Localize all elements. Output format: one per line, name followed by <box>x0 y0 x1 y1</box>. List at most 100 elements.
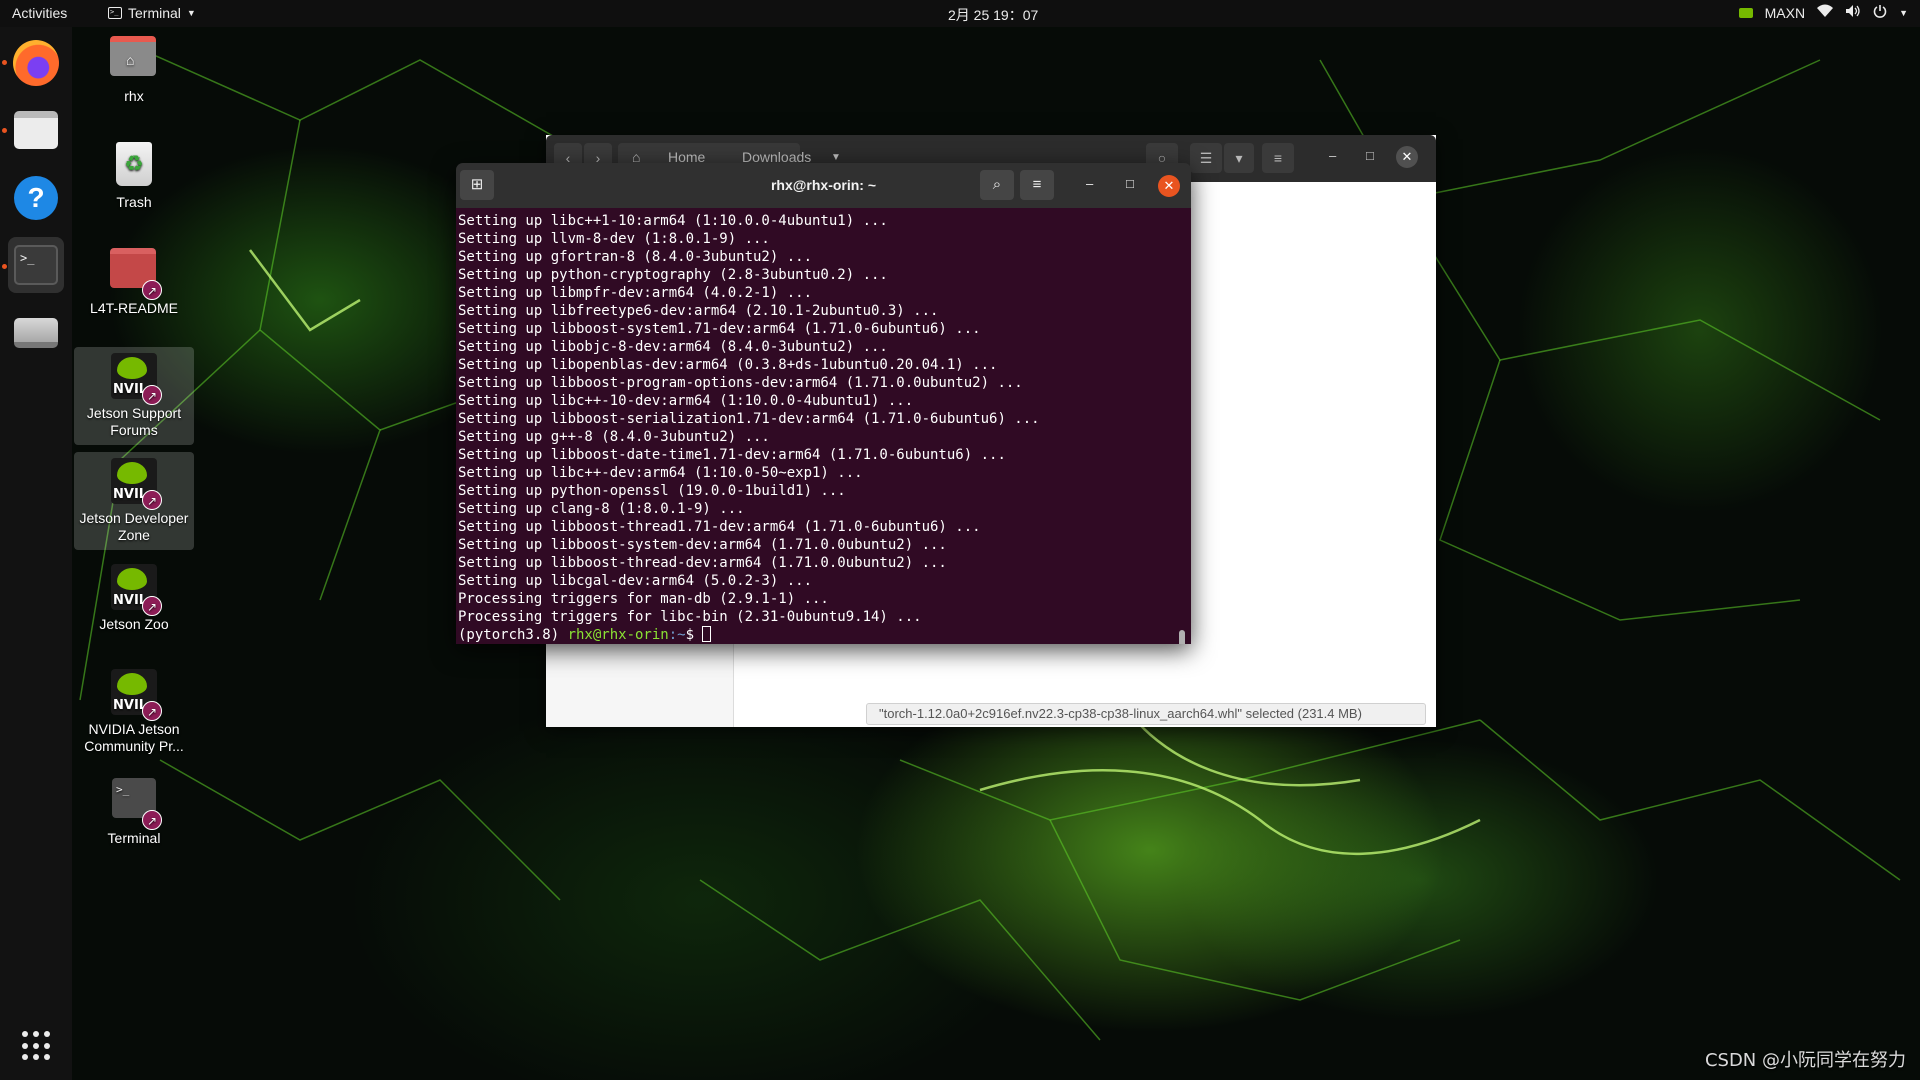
terminal-window[interactable]: ⊞ rhx@rhx-orin: ~ ⌕ ≡ – □ ✕ Setting up l… <box>456 163 1191 644</box>
home-glyph-icon: ⌂ <box>126 52 135 68</box>
terminal-line: Setting up python-openssl (19.0.0-1build… <box>458 483 846 499</box>
desktop-icon-label: Trash <box>116 194 152 210</box>
maximize-icon[interactable]: □ <box>1366 148 1374 163</box>
prompt-user: rhx@rhx-orin <box>567 627 669 643</box>
nvidia-eye-icon <box>117 357 147 379</box>
desktop-icon-jetson-zoo[interactable]: NVIL ↗ Jetson Zoo <box>74 558 194 633</box>
recycle-icon: ♻ <box>116 142 152 186</box>
nvidia-link-icon: NVIL ↗ <box>110 564 162 616</box>
terminal-lines: Setting up libc++1-10:arm64 (1:10.0.0-4u… <box>458 212 1191 626</box>
terminal-line: Setting up gfortran-8 (8.4.0-3ubuntu2) .… <box>458 249 813 265</box>
desktop-icon-l4t-readme[interactable]: ↗ L4T-README <box>74 242 194 317</box>
link-arrow-icon: ↗ <box>142 810 162 830</box>
terminal-line: Setting up clang-8 (1:8.0.1-9) ... <box>458 501 745 517</box>
app-menu[interactable]: >_ Terminal ▼ <box>108 5 196 21</box>
dock: ? >_ <box>0 27 72 1080</box>
desktop-icon-label: Terminal <box>107 830 161 846</box>
chevron-down-icon: ▼ <box>186 8 196 18</box>
watermark: CSDN @小阮同学在努力 <box>1704 1050 1906 1071</box>
maximize-icon[interactable]: □ <box>1126 176 1134 191</box>
dock-item-firefox[interactable] <box>8 35 64 91</box>
terminal-line: Setting up libboost-thread1.71-dev:arm64… <box>458 519 981 535</box>
terminal-line: Setting up libc++-10-dev:arm64 (1:10.0.0… <box>458 393 914 409</box>
terminal-line: Setting up libboost-system-dev:arm64 (1.… <box>458 537 947 553</box>
terminal-line: Setting up libc++1-10:arm64 (1:10.0.0-4u… <box>458 213 888 229</box>
desktop-icon-label: Jetson Support Forums <box>86 405 182 438</box>
files-icon <box>14 111 58 149</box>
apps-grid-dot <box>22 1042 28 1049</box>
running-indicator <box>2 60 7 65</box>
terminal-icon: >_ <box>108 7 122 19</box>
chevron-down-icon[interactable]: ▼ <box>831 152 841 163</box>
desktop-icon-trash[interactable]: ♻ Trash <box>74 136 194 211</box>
minimize-icon[interactable]: – <box>1086 176 1093 191</box>
terminal-line: Setting up libboost-thread-dev:arm64 (1.… <box>458 555 947 571</box>
terminal-headerbar: ⊞ rhx@rhx-orin: ~ ⌕ ≡ – □ ✕ <box>456 163 1191 208</box>
power-icon <box>1873 4 1887 21</box>
terminal-line: Setting up libopenblas-dev:arm64 (0.3.8+… <box>458 357 998 373</box>
activities-button[interactable]: Activities <box>12 5 67 21</box>
desktop-icon-terminal[interactable]: >_ ↗ Terminal <box>74 772 194 847</box>
nvidia-eye-icon <box>117 462 147 484</box>
terminal-output[interactable]: Setting up libc++1-10:arm64 (1:10.0.0-4u… <box>456 208 1191 644</box>
desktop-icon-jetson-support-forums[interactable]: NVIL ↗ Jetson Support Forums <box>74 347 194 445</box>
trash-icon: ♻ <box>110 142 158 190</box>
terminal-line: Setting up llvm-8-dev (1:8.0.1-9) ... <box>458 231 770 247</box>
list-view-icon: ☰ <box>1199 149 1213 166</box>
close-icon[interactable]: ✕ <box>1396 146 1418 168</box>
dock-item-help[interactable]: ? <box>8 170 64 226</box>
prompt-path: :~ <box>668 627 686 643</box>
desktop-icon-label: Jetson Zoo <box>99 616 169 632</box>
minimize-icon[interactable]: – <box>1329 148 1336 163</box>
wifi-icon <box>1817 4 1834 21</box>
terminal-line: Setting up libmpfr-dev:arm64 (4.0.2-1) .… <box>458 285 813 301</box>
help-icon: ? <box>14 176 58 220</box>
system-tray[interactable]: MAXN ▼ <box>1738 4 1908 21</box>
dock-item-files[interactable] <box>8 102 64 158</box>
view-list-button[interactable]: ☰ <box>1190 143 1222 173</box>
terminal-line: Setting up libboost-date-time1.71-dev:ar… <box>458 447 1006 463</box>
terminal-line: Setting up g++-8 (8.4.0-3ubuntu2) ... <box>458 429 770 445</box>
apps-grid-dot <box>33 1054 39 1061</box>
hamburger-icon: ≡ <box>1273 150 1283 166</box>
desktop-icon-label: rhx <box>124 88 144 104</box>
terminal-cursor <box>702 626 712 642</box>
chevron-down-icon: ▼ <box>1899 7 1908 18</box>
terminal-line: Setting up libcgal-dev:arm64 (5.0.2-3) .… <box>458 573 813 589</box>
close-icon[interactable]: ✕ <box>1158 175 1180 197</box>
terminal-title: rhx@rhx-orin: ~ <box>770 177 877 193</box>
apps-grid-dot <box>44 1054 50 1061</box>
view-options-button[interactable]: ▾ <box>1224 143 1254 173</box>
dock-item-terminal[interactable]: >_ <box>8 237 64 293</box>
volume-icon <box>1845 4 1861 21</box>
link-arrow-icon: ↗ <box>142 280 162 300</box>
power-mode-label[interactable]: MAXN <box>1765 5 1805 21</box>
nvidia-icon <box>1738 7 1753 18</box>
nvidia-link-icon: NVIL ↗ <box>110 458 162 510</box>
terminal-line: Setting up libboost-system1.71-dev:arm64… <box>458 321 981 337</box>
desktop-icon-label: L4T-README <box>90 300 178 316</box>
clock[interactable]: 2月 25 19：07 <box>948 5 1038 25</box>
desktop-icon-home[interactable]: ⌂ rhx <box>74 30 194 105</box>
menu-button[interactable]: ≡ <box>1262 143 1294 173</box>
scrollbar-thumb[interactable] <box>1179 630 1185 644</box>
folder-link-icon: ↗ <box>110 248 162 300</box>
link-arrow-icon: ↗ <box>142 385 162 405</box>
desktop-icon-label: Jetson Developer Zone <box>79 510 189 543</box>
desktop-icon-nvidia-jetson-community[interactable]: NVIL ↗ NVIDIA Jetson Community Pr... <box>74 663 194 755</box>
link-arrow-icon: ↗ <box>142 596 162 616</box>
nvidia-eye-icon <box>117 568 147 590</box>
hamburger-icon: ≡ <box>1032 176 1042 193</box>
app-menu-label: Terminal <box>128 5 181 21</box>
desktop-icon-jetson-developer-zone[interactable]: NVIL ↗ Jetson Developer Zone <box>74 452 194 550</box>
show-applications-button[interactable] <box>22 1031 52 1061</box>
terminal-line: Setting up libobjc-8-dev:arm64 (8.4.0-3u… <box>458 339 888 355</box>
terminal-link-icon: >_ ↗ <box>110 778 162 830</box>
dock-item-drive[interactable] <box>8 305 64 361</box>
terminal-prompt-line: (pytorch3.8) rhx@rhx-orin:~$ <box>458 626 1191 644</box>
terminal-line: Setting up libc++-dev:arm64 (1:10.0-50~e… <box>458 465 863 481</box>
menu-button[interactable]: ≡ <box>1020 170 1054 200</box>
search-button[interactable]: ⌕ <box>980 170 1014 200</box>
nvidia-link-icon: NVIL ↗ <box>110 669 162 721</box>
link-arrow-icon: ↗ <box>142 490 162 510</box>
